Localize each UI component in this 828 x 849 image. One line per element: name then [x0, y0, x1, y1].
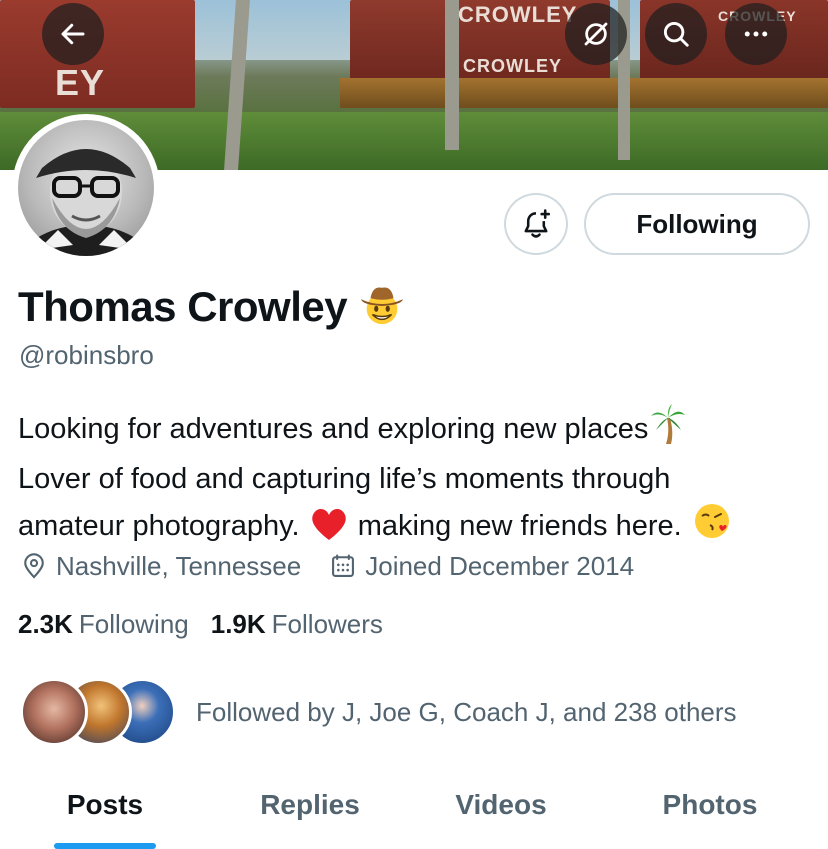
- tab-photos[interactable]: Photos: [592, 760, 828, 849]
- join-date: Joined December 2014: [329, 551, 634, 582]
- avatar: [20, 678, 88, 746]
- bell-plus-icon: [524, 209, 551, 238]
- palm-tree-icon: [650, 404, 686, 457]
- cowboy-hat-face-icon: [359, 282, 405, 333]
- banner-text: CROWLEY: [458, 2, 578, 27]
- face-blowing-kiss-icon: [692, 501, 732, 554]
- banner-text: EY: [55, 62, 106, 103]
- followers-you-know[interactable]: Followed by J, Joe G, Coach J, and 238 o…: [20, 678, 737, 746]
- join-date-text: Joined December 2014: [365, 550, 635, 581]
- following-label: Following: [78, 608, 189, 639]
- tab-replies[interactable]: Replies: [210, 760, 410, 849]
- search-icon: [663, 21, 689, 47]
- banner-railcar: [340, 78, 828, 108]
- mutual-avatars: [20, 678, 178, 746]
- followers-label: Followers: [271, 608, 383, 639]
- profile-name-row: Thomas Crowley: [18, 280, 405, 334]
- search-button[interactable]: [645, 3, 707, 65]
- banner-pole: [445, 0, 459, 150]
- bio-text: Looking for adventures and exploring new…: [18, 413, 649, 445]
- follow-stats: 2.3K Following 1.9K Followers: [18, 606, 383, 642]
- grok-icon: [584, 22, 608, 46]
- followers-count: 1.9K: [210, 608, 266, 639]
- location-text: Nashville, Tennessee: [56, 550, 302, 581]
- tab-label: Photos: [662, 788, 758, 820]
- display-name: Thomas Crowley: [18, 283, 348, 330]
- profile-meta: Nashville, Tennessee Joined December 201…: [20, 548, 634, 584]
- back-button[interactable]: [42, 3, 104, 65]
- followers-stat[interactable]: 1.9K Followers: [211, 609, 383, 640]
- following-stat[interactable]: 2.3K Following: [18, 609, 189, 640]
- more-button[interactable]: [725, 3, 787, 65]
- bio-text: Lover of food and capturing life’s momen…: [18, 463, 671, 495]
- following-count: 2.3K: [18, 608, 73, 639]
- red-heart-icon: [310, 507, 348, 554]
- calendar-icon: [332, 554, 355, 577]
- profile-bio: Looking for adventures and exploring new…: [18, 404, 818, 554]
- bio-line: amateur photography. making new friends …: [18, 501, 818, 554]
- tab-label: Videos: [455, 788, 547, 820]
- bio-text: amateur photography.: [18, 510, 300, 542]
- notifications-button[interactable]: [504, 193, 568, 255]
- arrow-left-icon: [61, 23, 85, 45]
- bio-line: Looking for adventures and exploring new…: [18, 404, 818, 457]
- person-portrait-icon: [19, 149, 153, 256]
- tab-videos[interactable]: Videos: [410, 760, 592, 849]
- location-pin-icon: [24, 553, 44, 579]
- tab-label: Replies: [260, 788, 360, 820]
- tab-posts[interactable]: Posts: [0, 760, 210, 849]
- profile-handle: @robinsbro: [19, 340, 154, 370]
- more-icon: [744, 31, 768, 37]
- bio-text: making new friends here.: [357, 510, 682, 542]
- profile-avatar[interactable]: [12, 114, 160, 262]
- tab-label: Posts: [66, 788, 144, 820]
- profile-tabs: Posts Replies Videos Photos: [0, 760, 828, 849]
- active-tab-indicator: [54, 843, 156, 849]
- location: Nashville, Tennessee: [20, 551, 301, 582]
- bio-line: Lover of food and capturing life’s momen…: [18, 457, 818, 501]
- banner-text: CROWLEY: [463, 56, 562, 76]
- avatar-photo: [18, 120, 154, 256]
- grok-button[interactable]: [565, 3, 627, 65]
- followed-by-text: Followed by J, Joe G, Coach J, and 238 o…: [196, 696, 737, 727]
- following-button[interactable]: Following: [584, 193, 810, 255]
